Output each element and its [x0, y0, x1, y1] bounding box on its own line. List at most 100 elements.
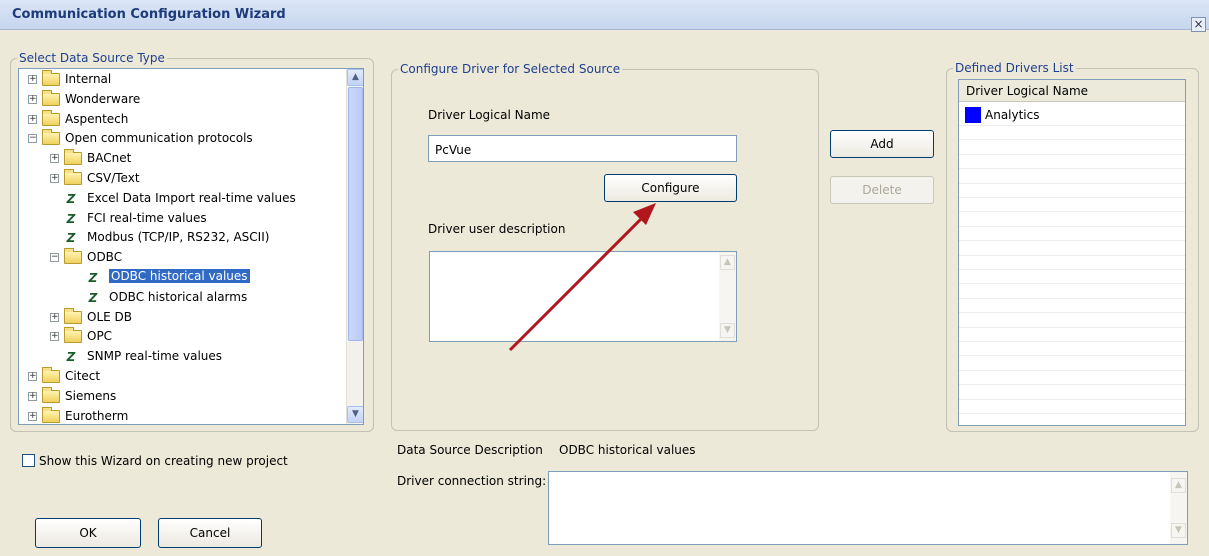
user-description-textarea[interactable]: ▲ ▼: [429, 251, 737, 342]
delete-button[interactable]: Delete: [830, 176, 934, 204]
collapse-icon[interactable]: −: [28, 134, 37, 144]
tree-node-label: SNMP real-time values: [87, 349, 223, 364]
drivers-row-line: [959, 225, 1185, 227]
tree-folder-node[interactable]: + Eurotherm: [19, 406, 348, 424]
drivers-row-line: [959, 168, 1185, 170]
tree-folder-node[interactable]: + BACnet: [19, 149, 348, 169]
drivers-row-line: [959, 398, 1185, 400]
configure-button[interactable]: Configure: [604, 174, 737, 202]
tree-node-label: OLE DB: [87, 309, 132, 324]
tree-folder-node[interactable]: + Citect: [19, 367, 348, 387]
description-scroll-up[interactable]: ▲: [720, 255, 735, 270]
data-source-description-value: ODBC historical values: [559, 443, 696, 457]
folder-icon: [42, 406, 60, 423]
expand-icon[interactable]: +: [50, 174, 59, 183]
drivers-row-line: [959, 297, 1185, 299]
tree-node-label: Citect: [65, 369, 101, 383]
tree-driver-node[interactable]: Z Modbus (TCP/IP, RS232, ASCII): [19, 228, 348, 248]
expand-icon[interactable]: +: [28, 372, 37, 381]
expand-icon[interactable]: +: [28, 114, 37, 124]
connection-string-field[interactable]: ▲ ▼: [548, 471, 1188, 545]
expand-icon[interactable]: +: [50, 154, 59, 164]
tree-driver-node[interactable]: Z SNMP real-time values: [19, 347, 348, 367]
driver-icon: Z: [66, 211, 76, 226]
close-button[interactable]: ×: [1191, 17, 1206, 32]
drivers-row-line: [959, 254, 1185, 256]
tree-node-label: Siemens: [65, 388, 117, 403]
tree-driver-node[interactable]: Z ODBC historical values: [19, 268, 348, 288]
tree-node-label: ODBC historical values: [109, 269, 250, 283]
source-tree[interactable]: + Internal + Wonderware + Aspentech − Open comm…: [18, 68, 364, 425]
tree-node-label: FCI real-time values: [87, 210, 207, 225]
expand-icon[interactable]: +: [50, 312, 59, 322]
tree-folder-node[interactable]: + Aspentech: [19, 109, 348, 130]
folder-icon: [64, 248, 82, 265]
tree-node-label: Eurotherm: [65, 408, 129, 423]
tree-folder-node[interactable]: + Internal: [19, 70, 348, 90]
defined-drivers-legend: Defined Drivers List: [953, 61, 1076, 75]
tree-node-label: Excel Data Import real-time values: [87, 190, 296, 205]
folder-icon: [42, 367, 60, 383]
expand-icon[interactable]: +: [28, 75, 37, 84]
scroll-thumb[interactable]: [348, 87, 363, 341]
scroll-down-button[interactable]: ▼: [347, 406, 363, 423]
add-button[interactable]: Add: [830, 130, 934, 158]
logical-name-input[interactable]: PcVue: [428, 135, 737, 162]
tree-node-label: CSV/Text: [87, 171, 140, 185]
drivers-column-header[interactable]: Driver Logical Name: [959, 80, 1185, 102]
connection-scroll-up[interactable]: ▲: [1171, 478, 1186, 493]
tree-folder-node[interactable]: − Open communication protocols: [19, 129, 348, 149]
drivers-row-line: [959, 413, 1185, 414]
driver-icon: Z: [88, 290, 98, 305]
expand-icon[interactable]: +: [50, 332, 59, 342]
defined-drivers-list[interactable]: Driver Logical Name Analytics: [958, 79, 1186, 426]
ok-button[interactable]: OK: [35, 518, 141, 548]
tree-node-label: ODBC historical alarms: [109, 289, 248, 304]
user-description-label: Driver user description: [428, 222, 566, 236]
window-title: Communication Configuration Wizard: [12, 7, 286, 22]
tree-folder-node[interactable]: + OLE DB: [19, 307, 348, 328]
data-source-description-label: Data Source Description: [397, 443, 543, 457]
driver-icon: Z: [88, 271, 98, 285]
drivers-row-line: [959, 369, 1185, 371]
tree-scrollbar[interactable]: ▲ ▼: [346, 69, 363, 424]
show-wizard-label: Show this Wizard on creating new project: [39, 454, 288, 468]
folder-icon: [42, 89, 60, 106]
driver-icon: Z: [66, 350, 76, 365]
drivers-row-line: [959, 341, 1185, 342]
connection-scroll-down[interactable]: ▼: [1171, 523, 1186, 538]
tree-driver-node[interactable]: Z ODBC historical alarms: [19, 288, 348, 308]
expand-icon[interactable]: +: [28, 411, 37, 421]
folder-icon: [42, 109, 60, 126]
scroll-up-button[interactable]: ▲: [347, 69, 363, 86]
drivers-row-line: [959, 355, 1185, 357]
tree-node-label: Aspentech: [65, 111, 129, 126]
tree-node-label: OPC: [87, 329, 113, 344]
connection-scrollbar[interactable]: ▲ ▼: [1170, 472, 1187, 544]
tree-folder-node[interactable]: − ODBC: [19, 248, 348, 268]
cancel-button[interactable]: Cancel: [158, 518, 262, 548]
folder-icon: [42, 386, 60, 403]
tree-driver-node[interactable]: Z FCI real-time values: [19, 209, 348, 229]
tree-node-label: Internal: [65, 72, 112, 86]
driver-item-name: Analytics: [985, 108, 1040, 122]
title-bar: Communication Configuration Wizard ×: [0, 0, 1209, 32]
description-scroll-down[interactable]: ▼: [720, 323, 735, 338]
expand-icon[interactable]: +: [28, 94, 37, 104]
expand-icon[interactable]: +: [28, 391, 37, 401]
driver-icon: Z: [66, 231, 76, 246]
tree-folder-node[interactable]: + Wonderware: [19, 89, 348, 110]
drivers-row-line: [959, 384, 1185, 386]
show-wizard-checkbox[interactable]: [22, 454, 35, 467]
folder-icon: [64, 327, 82, 344]
tree-folder-node[interactable]: + OPC: [19, 327, 348, 347]
tree-folder-node[interactable]: + Siemens: [19, 386, 348, 407]
tree-folder-node[interactable]: + CSV/Text: [19, 169, 348, 189]
drivers-row-line: [959, 153, 1185, 155]
folder-icon: [42, 129, 60, 146]
description-scrollbar[interactable]: ▲ ▼: [719, 252, 736, 341]
collapse-icon[interactable]: −: [50, 253, 59, 263]
folder-icon: [42, 70, 60, 86]
select-source-legend: Select Data Source Type: [17, 51, 167, 65]
tree-driver-node[interactable]: Z Excel Data Import real-time values: [19, 189, 348, 209]
